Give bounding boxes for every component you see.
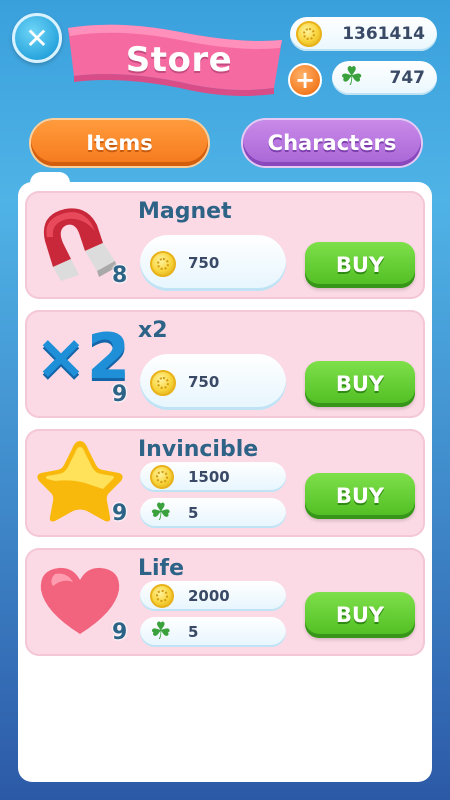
title-ribbon: Store [60, 18, 290, 102]
close-button[interactable]: ✕ [12, 13, 62, 63]
clover-balance-value: 747 [389, 68, 426, 88]
price-tag-coin: 1500 [140, 462, 286, 492]
price-tag: 750 [140, 235, 286, 291]
item-name: x2 [138, 318, 168, 343]
price-value: 750 [188, 254, 220, 272]
coin-balance: 1361414 [290, 17, 437, 51]
page-title: Store [125, 40, 233, 80]
item-count: 9 [112, 382, 128, 407]
clover-icon: ☘ [340, 62, 364, 92]
item-name: Life [138, 556, 185, 581]
coin-icon [150, 251, 176, 277]
tab-characters[interactable]: Characters [243, 120, 421, 166]
store-item-x2: ×2 9 x2 750 BUY [25, 310, 425, 418]
buy-button[interactable]: BUY [305, 242, 415, 288]
coin-balance-value: 1361414 [342, 24, 425, 44]
coin-icon [296, 21, 322, 47]
coin-icon [150, 465, 174, 489]
price-tag-coin: 2000 [140, 581, 286, 611]
coin-icon [150, 584, 174, 608]
item-name: Invincible [138, 437, 259, 462]
price-tag-clover: ☘ 5 [140, 617, 286, 647]
store-item-invincible: 9 Invincible 1500 ☘ 5 BUY [25, 429, 425, 537]
clover-icon: ☘ [150, 498, 172, 526]
clover-balance: ☘ 747 [332, 61, 437, 95]
coin-icon [150, 370, 176, 396]
item-name: Magnet [138, 199, 232, 224]
tab-items[interactable]: Items [31, 120, 208, 166]
store-item-life: 9 Life 2000 ☘ 5 BUY [25, 548, 425, 656]
clover-icon: ☘ [150, 617, 172, 645]
item-count: 9 [112, 620, 128, 645]
price-value: 5 [188, 623, 199, 641]
price-value: 2000 [188, 587, 230, 605]
buy-button[interactable]: BUY [305, 361, 415, 407]
item-count: 8 [112, 263, 128, 288]
buy-button[interactable]: BUY [305, 473, 415, 519]
add-currency-button[interactable]: + [288, 63, 322, 97]
close-icon: ✕ [25, 21, 49, 55]
plus-icon: + [294, 66, 316, 94]
price-tag-clover: ☘ 5 [140, 498, 286, 528]
price-value: 5 [188, 504, 199, 522]
price-tag: 750 [140, 354, 286, 410]
store-item-magnet: 8 Magnet 750 BUY [25, 191, 425, 299]
price-value: 1500 [188, 468, 230, 486]
item-count: 9 [112, 501, 128, 526]
buy-button[interactable]: BUY [305, 592, 415, 638]
price-value: 750 [188, 373, 220, 391]
